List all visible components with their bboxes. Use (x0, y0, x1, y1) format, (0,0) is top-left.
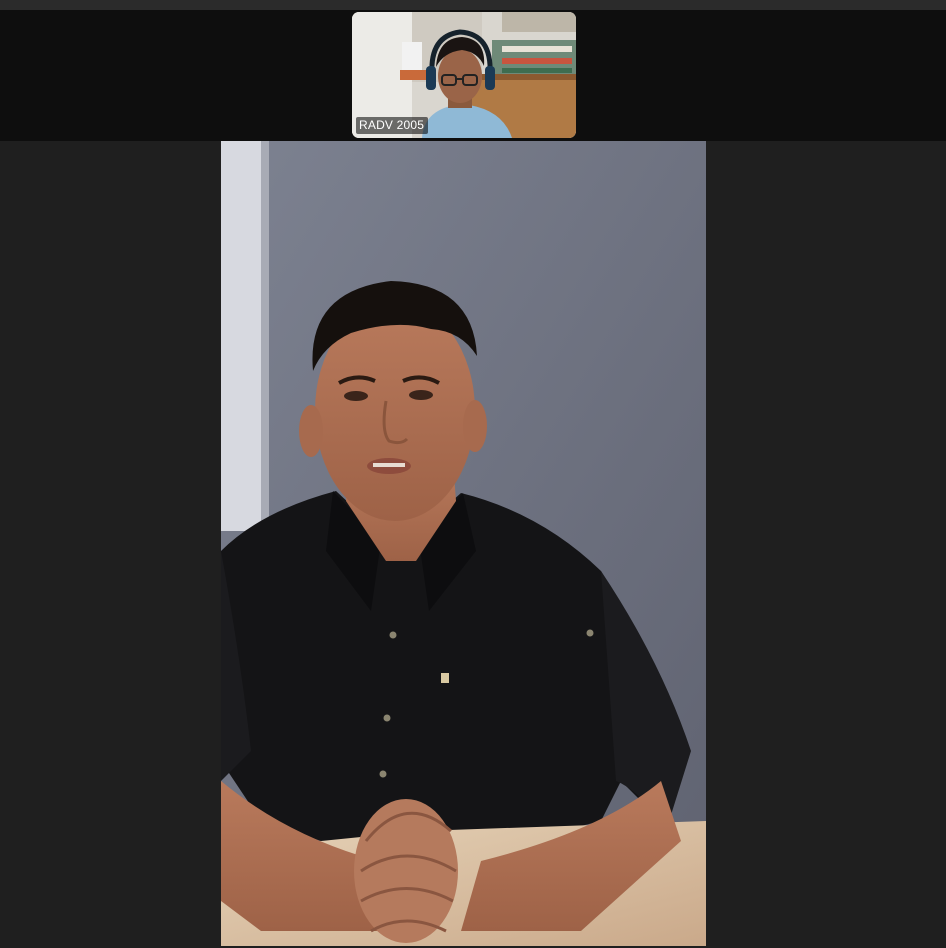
participant-video-tile[interactable]: RADV 2005 (352, 12, 576, 138)
speaker-video-feed (221, 141, 706, 946)
active-speaker-video[interactable] (221, 141, 706, 946)
participant-filmstrip: RADV 2005 (0, 10, 946, 141)
window-top-edge (0, 0, 946, 10)
participant-name-label: RADV 2005 (356, 117, 429, 134)
speaker-stage (0, 141, 946, 948)
